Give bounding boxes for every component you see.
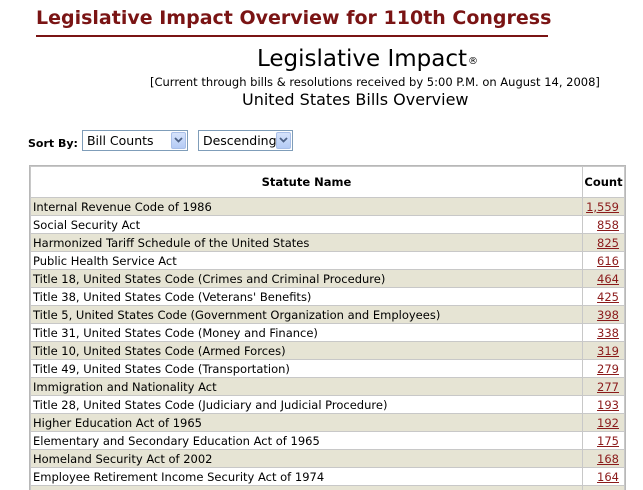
bill-count-link[interactable]: 279 — [597, 362, 619, 376]
count-header: Count — [582, 166, 625, 198]
sub-title: United States Bills Overview — [242, 90, 469, 109]
bill-count-link[interactable]: 319 — [597, 344, 619, 358]
count-cell: 616 — [582, 251, 625, 270]
bill-count-link[interactable]: 425 — [597, 290, 619, 304]
count-cell: 398 — [582, 305, 625, 324]
statute-name-header: Statute Name — [30, 166, 583, 198]
statute-name-cell: Immigration and Nationality Act — [30, 377, 583, 396]
hero-title: Legislative Impact® — [257, 46, 478, 72]
statute-table: Statute Name Count Internal Revenue Code… — [30, 166, 625, 490]
statute-name-cell: Title 18, United States Code (Crimes and… — [30, 269, 583, 288]
table-row: Elementary and Secondary Education Act o… — [30, 431, 625, 450]
table-row: Small Business Act160 — [30, 485, 625, 490]
statute-name-cell: Title 28, United States Code (Judiciary … — [30, 395, 583, 414]
table-row: Homeland Security Act of 2002 168 — [30, 449, 625, 468]
bill-count-link[interactable]: 277 — [597, 380, 619, 394]
table-row: Higher Education Act of 1965 192 — [30, 413, 625, 432]
bill-count-link[interactable]: 338 — [597, 326, 619, 340]
count-cell: 193 — [582, 395, 625, 414]
sort-field-select[interactable]: Bill Counts — [81, 129, 188, 151]
table-row: Title 28, United States Code (Judiciary … — [30, 395, 625, 414]
bill-count-link[interactable]: 164 — [597, 470, 619, 484]
statute-name-cell: Title 5, United States Code (Government … — [30, 305, 583, 324]
table-row: Title 10, United States Code (Armed Forc… — [30, 341, 625, 360]
statute-name-cell: Higher Education Act of 1965 — [30, 413, 583, 432]
table-row: Public Health Service Act 616 — [30, 251, 625, 270]
count-cell: 277 — [582, 377, 625, 396]
statute-name-cell: Homeland Security Act of 2002 — [30, 449, 583, 468]
count-cell: 425 — [582, 287, 625, 306]
table-row: Title 49, United States Code (Transporta… — [30, 359, 625, 378]
count-cell: 168 — [582, 449, 625, 468]
bill-count-link[interactable]: 168 — [597, 452, 619, 466]
table-row: Internal Revenue Code of 1986 1,559 — [30, 197, 625, 216]
table-row: Social Security Act 858 — [30, 215, 625, 234]
statute-name-cell: Harmonized Tariff Schedule of the United… — [30, 233, 583, 252]
count-cell: 858 — [582, 215, 625, 234]
statute-name-cell: Social Security Act — [30, 215, 583, 234]
sort-order-value: Descending — [202, 132, 277, 148]
chevron-down-icon[interactable] — [170, 131, 186, 149]
statute-name-cell: Internal Revenue Code of 1986 — [30, 197, 583, 216]
count-cell: 192 — [582, 413, 625, 432]
count-cell: 1,559 — [582, 197, 625, 216]
count-cell: 825 — [582, 233, 625, 252]
table-row: Title 38, United States Code (Veterans' … — [30, 287, 625, 306]
bill-count-link[interactable]: 616 — [597, 254, 619, 268]
count-cell: 175 — [582, 431, 625, 450]
bill-count-link[interactable]: 192 — [597, 416, 619, 430]
page-title: Legislative Impact Overview for 110th Co… — [36, 7, 552, 29]
table-row: Harmonized Tariff Schedule of the United… — [30, 233, 625, 252]
title-divider — [36, 35, 548, 37]
bill-count-link[interactable]: 464 — [597, 272, 619, 286]
statute-table-body: Internal Revenue Code of 1986 1,559 Social… — [30, 197, 625, 490]
statute-name-cell: Public Health Service Act — [30, 251, 583, 270]
bill-count-link[interactable]: 858 — [597, 218, 619, 232]
bill-count-link[interactable]: 175 — [597, 434, 619, 448]
sort-field-value: Bill Counts — [86, 132, 154, 148]
count-cell: 338 — [582, 323, 625, 342]
sort-label: Sort By: — [28, 136, 78, 150]
count-cell: 164 — [582, 467, 625, 486]
table-row: Employee Retirement Income Security Act … — [30, 467, 625, 486]
bill-count-link[interactable]: 825 — [597, 236, 619, 250]
table-row: Immigration and Nationality Act 277 — [30, 377, 625, 396]
bill-count-link[interactable]: 193 — [597, 398, 619, 412]
sort-order-select[interactable]: Descending — [197, 129, 293, 151]
table-row: Title 5, United States Code (Government … — [30, 305, 625, 324]
statute-name-cell: Employee Retirement Income Security Act … — [30, 467, 583, 486]
count-cell: 464 — [582, 269, 625, 288]
table-row: Title 31, United States Code (Money and … — [30, 323, 625, 342]
statute-name-cell: Title 49, United States Code (Transporta… — [30, 359, 583, 378]
statute-name-cell: Title 38, United States Code (Veterans' … — [30, 287, 583, 306]
bill-count-link[interactable]: 1,559 — [586, 200, 619, 214]
table-row: Title 18, United States Code (Crimes and… — [30, 269, 625, 288]
chevron-down-icon[interactable] — [275, 131, 291, 149]
count-cell: 319 — [582, 341, 625, 360]
sort-bar: Sort By: Bill Counts Descending — [28, 128, 303, 152]
statute-name-cell: Small Business Act — [30, 485, 583, 490]
bill-count-link[interactable]: 398 — [597, 308, 619, 322]
statute-name-cell: Title 31, United States Code (Money and … — [30, 323, 583, 342]
statute-table-container: Statute Name Count Internal Revenue Code… — [29, 165, 626, 490]
currency-note: [Current through bills & resolutions rec… — [150, 75, 600, 89]
statute-name-cell: Elementary and Secondary Education Act o… — [30, 431, 583, 450]
table-header-row: Statute Name Count — [30, 166, 625, 198]
count-cell: 279 — [582, 359, 625, 378]
registered-mark: ® — [468, 56, 479, 67]
hero-title-text: Legislative Impact — [257, 46, 468, 72]
statute-name-cell: Title 10, United States Code (Armed Forc… — [30, 341, 583, 360]
count-cell: 160 — [582, 485, 625, 490]
